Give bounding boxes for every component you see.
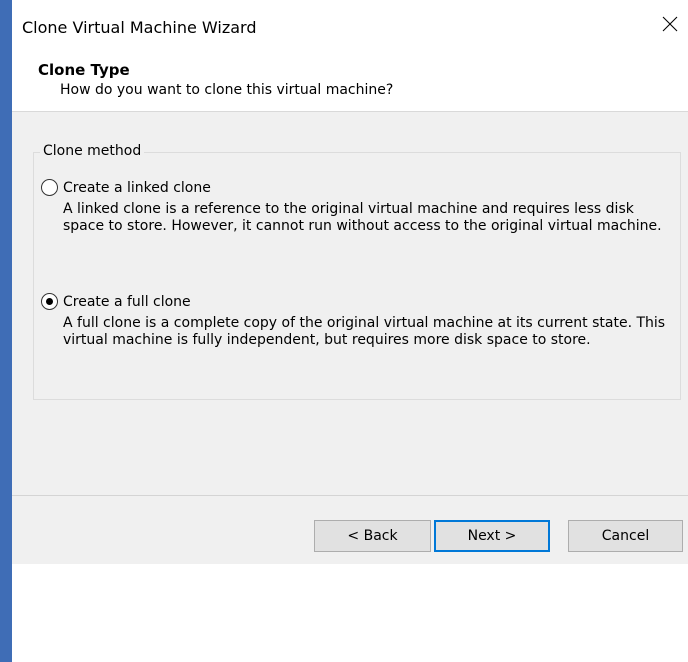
linked-clone-label[interactable]: Create a linked clone [63, 179, 211, 197]
full-clone-radio[interactable] [41, 293, 58, 310]
title-bar[interactable]: Clone Virtual Machine Wizard [12, 0, 688, 50]
window-title: Clone Virtual Machine Wizard [22, 18, 257, 37]
full-clone-label[interactable]: Create a full clone [63, 293, 191, 311]
back-button[interactable]: < Back [314, 520, 431, 552]
wizard-content: Clone method Create a linked clone A lin… [12, 112, 688, 564]
close-icon [662, 16, 678, 32]
full-clone-description: A full clone is a complete copy of the o… [63, 315, 666, 348]
linked-clone-radio[interactable] [41, 179, 58, 196]
full-clone-option[interactable]: Create a full clone A full clone is a co… [41, 292, 677, 349]
full-clone-row[interactable]: Create a full clone [41, 292, 677, 312]
below-dialog-area [12, 564, 688, 662]
linked-clone-option[interactable]: Create a linked clone A linked clone is … [41, 178, 677, 235]
radio-selected-indicator [46, 298, 53, 305]
page-subtitle: How do you want to clone this virtual ma… [60, 82, 394, 98]
linked-clone-description: A linked clone is a reference to the ori… [63, 201, 662, 234]
cancel-button[interactable]: Cancel [568, 520, 683, 552]
window-accent-border [0, 0, 12, 662]
footer-divider [12, 495, 688, 496]
page-title: Clone Type [38, 61, 130, 79]
close-button[interactable] [652, 6, 688, 42]
wizard-header: Clone Type How do you want to clone this… [12, 50, 688, 112]
linked-clone-row[interactable]: Create a linked clone [41, 178, 677, 198]
clone-method-legend: Clone method [40, 142, 145, 160]
clone-wizard-dialog: Clone Virtual Machine Wizard Clone Type … [12, 0, 688, 662]
next-button[interactable]: Next > [434, 520, 550, 552]
